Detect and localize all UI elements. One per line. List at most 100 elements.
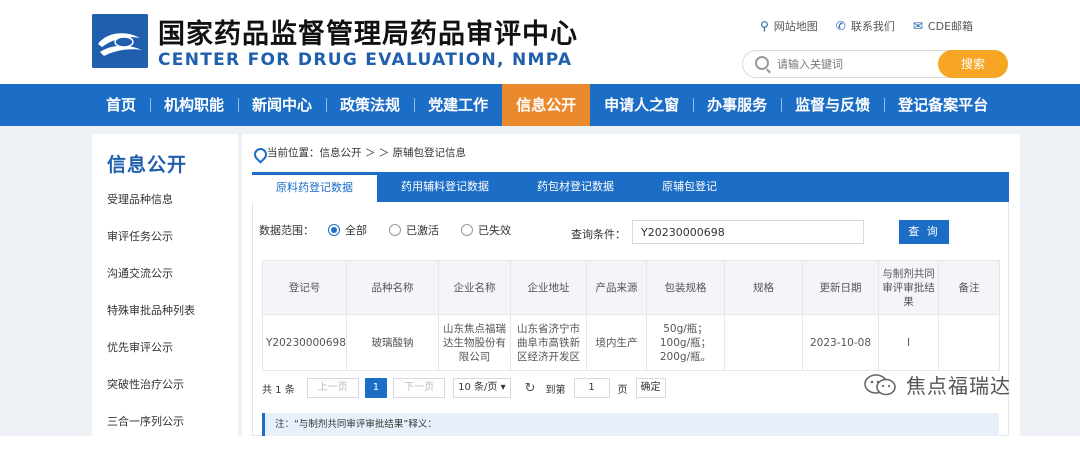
contact-link[interactable]: ✆ 联系我们 <box>836 18 895 34</box>
nav-item-home[interactable]: 首页 <box>92 84 150 126</box>
goto-label: 到第 <box>545 384 566 396</box>
breadcrumb: 当前位置：信息公开 ＞ ＞ 原辅包登记信息 <box>254 145 466 160</box>
refresh-icon[interactable]: ↻ <box>525 381 536 396</box>
col-header: 规格 <box>724 260 803 315</box>
tab-registration[interactable]: 原辅包登记 <box>638 172 741 202</box>
results-table: 登记号 品种名称 企业名称 企业地址 产品来源 包装规格 规格 更新日期 与制剂… <box>262 260 1000 371</box>
prev-page-button[interactable]: 上一页 <box>306 378 359 398</box>
cell-company: 山东焦点福瑞达生物股份有限公司 <box>438 314 511 371</box>
sidebar-title: 信息公开 <box>107 154 188 176</box>
radio-dot <box>461 224 473 236</box>
col-header: 产品来源 <box>586 260 647 315</box>
search-button[interactable]: 搜索 <box>938 50 1008 78</box>
main-nav: 首页 机构职能 新闻中心 政策法规 党建工作 信息公开 申请人之窗 办事服务 监… <box>0 84 1080 126</box>
cell-packaging: 50g/瓶；100g/瓶；200g/瓶。 <box>646 314 725 371</box>
wechat-icon <box>862 372 900 398</box>
nav-item-feedback[interactable]: 监督与反馈 <box>781 84 884 126</box>
cell-review-result: I <box>878 314 939 371</box>
nav-item-news[interactable]: 新闻中心 <box>238 84 326 126</box>
tab-api-data[interactable]: 原料药登记数据 <box>252 172 377 202</box>
table-row[interactable]: Y20230000698 玻璃酸钠 山东焦点福瑞达生物股份有限公司 山东省济宁市… <box>262 314 1000 371</box>
radio-expired[interactable]: 已失效 <box>461 222 511 238</box>
radio-dot <box>389 224 401 236</box>
site-title-cn: 国家药品监督管理局药品审评中心 <box>158 19 578 50</box>
mail-link[interactable]: ✉ CDE邮箱 <box>913 18 973 34</box>
radio-label: 已激活 <box>406 224 439 237</box>
location-pin-icon <box>254 148 264 158</box>
cell-update-date: 2023-10-08 <box>802 314 879 371</box>
nav-item-functions[interactable]: 机构职能 <box>150 84 238 126</box>
col-header: 企业名称 <box>438 260 511 315</box>
cell-source: 境内生产 <box>586 314 647 371</box>
pagination: 共 1 条 上一页 1 下一页 10 条/页 ▾ ↻ 到第 1 页 确定 <box>262 378 666 398</box>
col-header: 备注 <box>938 260 1000 315</box>
sidebar-item[interactable]: 优先审评公示 <box>107 340 195 377</box>
table-header-row: 登记号 品种名称 企业名称 企业地址 产品来源 包装规格 规格 更新日期 与制剂… <box>262 260 1000 315</box>
nav-item-applicant[interactable]: 申请人之窗 <box>590 84 693 126</box>
sitemap-link[interactable]: ⚲ 网站地图 <box>760 18 818 34</box>
mail-label: CDE邮箱 <box>927 20 974 33</box>
scope-filter: 数据范围： 全部 已激活 已失效 <box>259 222 511 238</box>
mail-icon: ✉ <box>912 19 923 33</box>
cell-remark <box>938 314 1000 371</box>
nav-item-services[interactable]: 办事服务 <box>693 84 781 126</box>
data-tabs: 原料药登记数据 药用辅料登记数据 药包材登记数据 原辅包登记 <box>252 172 1009 202</box>
goto-page-input[interactable]: 1 <box>573 378 610 398</box>
tab-packaging-data[interactable]: 药包材登记数据 <box>513 172 638 202</box>
nav-item-info[interactable]: 信息公开 <box>502 84 591 126</box>
total-count: 共 1 条 <box>262 384 295 396</box>
next-page-button[interactable]: 下一页 <box>393 378 446 398</box>
col-header: 包装规格 <box>646 260 725 315</box>
col-header: 品种名称 <box>346 260 439 315</box>
nav-item-registration[interactable]: 登记备案平台 <box>884 84 1002 126</box>
breadcrumb-text: 当前位置：信息公开 ＞ ＞ 原辅包登记信息 <box>267 147 467 159</box>
cell-spec <box>724 314 803 371</box>
sidebar-item[interactable]: 沟通交流公示 <box>107 266 195 303</box>
sitemap-label: 网站地图 <box>773 20 818 33</box>
cell-variety: 玻璃酸钠 <box>346 314 439 371</box>
col-header: 企业地址 <box>510 260 587 315</box>
chevron-down-icon: ▾ <box>500 382 506 393</box>
current-page-button[interactable]: 1 <box>364 378 388 398</box>
note-bar: 注：“与制剂共同审评审批结果”释义： <box>262 413 999 436</box>
search-input[interactable] <box>777 55 927 74</box>
radio-active[interactable]: 已激活 <box>389 222 439 238</box>
search-icon <box>755 56 769 70</box>
col-header: 与制剂共同审评审批结果 <box>878 260 939 315</box>
radio-all[interactable]: 全部 <box>328 222 367 238</box>
site-title-en: CENTER FOR DRUG EVALUATION, NMPA <box>158 50 573 70</box>
cell-reg-no: Y20230000698 <box>262 314 347 371</box>
watermark-text: 焦点福瑞达 <box>906 374 1011 398</box>
sidebar-item[interactable]: 三合一序列公示 <box>107 414 195 451</box>
condition-input[interactable] <box>632 220 864 244</box>
cde-logo[interactable] <box>92 14 148 68</box>
cell-address: 山东省济宁市曲阜市高铁新区经济开发区 <box>510 314 587 371</box>
page-size-value: 10 条/页 <box>458 382 498 393</box>
radio-label: 已失效 <box>478 224 511 237</box>
page-unit-label: 页 <box>617 384 628 396</box>
col-header: 更新日期 <box>802 260 879 315</box>
scope-label: 数据范围： <box>259 224 314 237</box>
sidebar-item[interactable]: 审评任务公示 <box>107 229 195 266</box>
radio-label: 全部 <box>345 224 367 237</box>
sidebar-item[interactable]: 特殊审批品种列表 <box>107 303 195 340</box>
sidebar-item[interactable]: 突破性治疗公示 <box>107 377 195 414</box>
col-header: 登记号 <box>262 260 347 315</box>
condition-label: 查询条件： <box>571 228 626 241</box>
sidebar: 信息公开 受理品种信息 审评任务公示 沟通交流公示 特殊审批品种列表 优先审评公… <box>92 134 238 436</box>
radio-dot <box>328 224 340 236</box>
site-header: 国家药品监督管理局药品审评中心 CENTER FOR DRUG EVALUATI… <box>0 0 1080 84</box>
page-size-select[interactable]: 10 条/页 ▾ <box>453 378 511 398</box>
phone-icon: ✆ <box>835 19 846 33</box>
site-search: 搜索 <box>742 50 1008 78</box>
nav-item-party[interactable]: 党建工作 <box>414 84 502 126</box>
contact-label: 联系我们 <box>850 20 895 33</box>
nav-item-policies[interactable]: 政策法规 <box>326 84 414 126</box>
query-button[interactable]: 查 询 <box>899 220 949 244</box>
location-pin-icon: ⚲ <box>760 19 769 33</box>
goto-confirm-button[interactable]: 确定 <box>635 378 666 398</box>
top-links: ⚲ 网站地图 ✆ 联系我们 ✉ CDE邮箱 <box>760 18 973 34</box>
tab-excipient-data[interactable]: 药用辅料登记数据 <box>377 172 513 202</box>
sidebar-item[interactable]: 受理品种信息 <box>107 192 195 229</box>
watermark: 焦点福瑞达 <box>862 370 1011 399</box>
